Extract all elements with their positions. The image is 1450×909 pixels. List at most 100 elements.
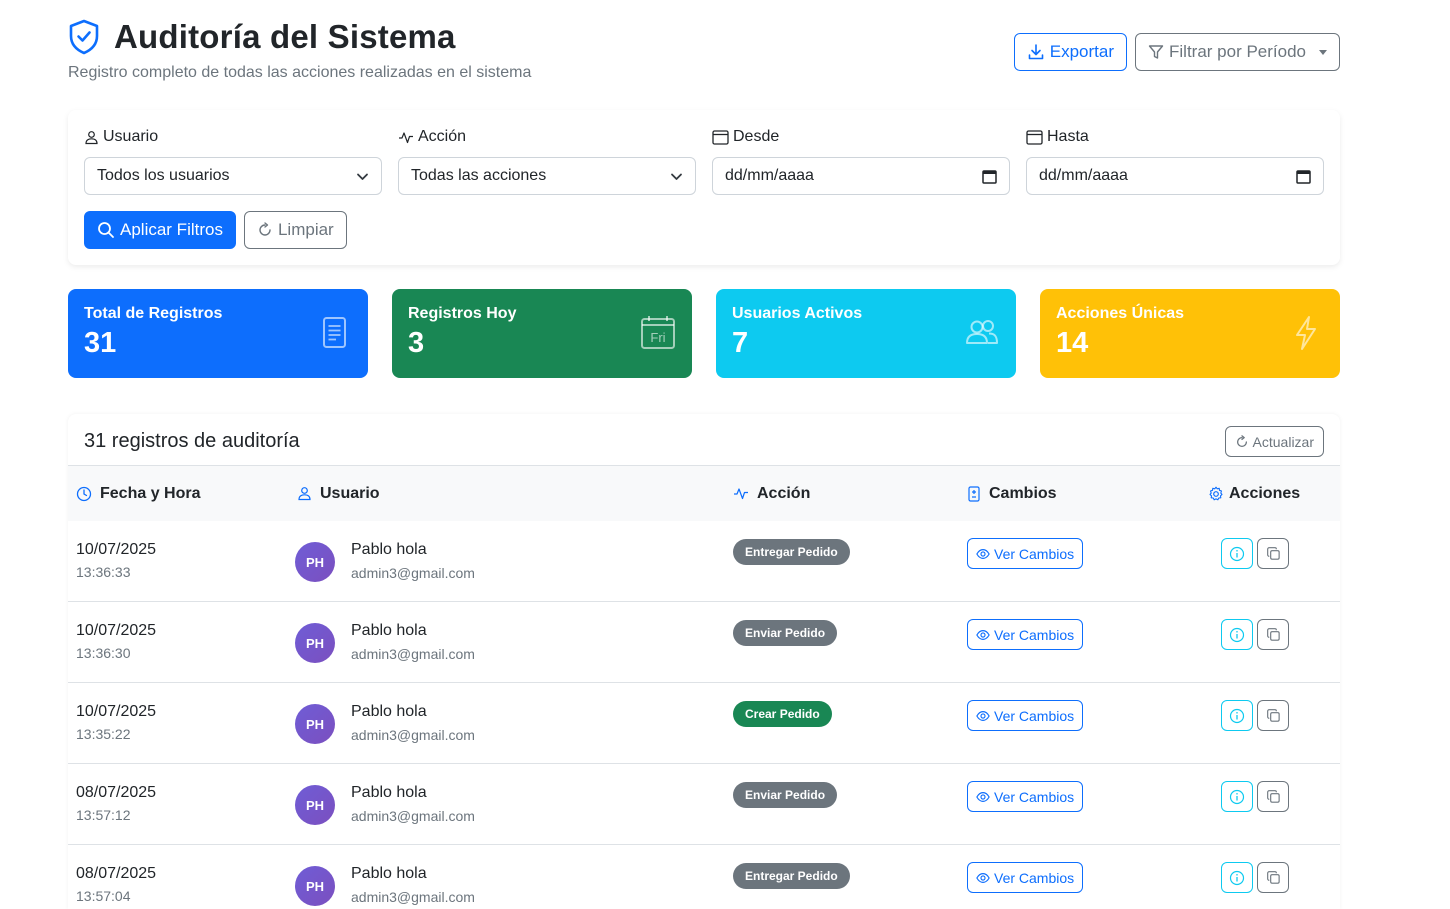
gear-icon <box>1209 486 1223 500</box>
activity-icon <box>734 488 748 500</box>
eye-icon <box>976 548 990 559</box>
copy-button[interactable] <box>1257 538 1289 569</box>
period-filter-dropdown[interactable]: Filtrar por Período <box>1135 33 1340 71</box>
user-filter: Usuario Todos los usuarios <box>84 126 382 195</box>
column-header-user[interactable]: Usuario <box>297 485 380 503</box>
row-time: 13:57:04 <box>76 888 131 904</box>
copy-button[interactable] <box>1257 700 1289 731</box>
details-button[interactable] <box>1221 619 1253 650</box>
filter-buttons: Aplicar Filtros Limpiar <box>84 211 347 249</box>
users-icon <box>966 320 998 344</box>
copy-button[interactable] <box>1257 862 1289 893</box>
date-cell: 08/07/2025 13:57:04 <box>76 865 156 904</box>
calendar-icon <box>1026 130 1043 145</box>
row-date: 10/07/2025 <box>76 703 157 720</box>
calendar-icon <box>712 130 729 145</box>
user-name: Pablo hola <box>351 703 427 720</box>
stat-value: 3 <box>408 327 425 359</box>
header-actions: Exportar Filtrar por Período <box>1013 33 1340 71</box>
export-label: Exportar <box>1049 42 1114 61</box>
stats-row: Total de Registros 31 Registros Hoy 3 Fr… <box>68 289 1340 378</box>
clear-filters-button[interactable]: Limpiar <box>243 211 347 249</box>
row-time: 13:36:33 <box>76 564 131 580</box>
refresh-icon <box>1236 434 1247 447</box>
row-date: 10/07/2025 <box>76 622 157 639</box>
info-icon <box>1229 870 1245 885</box>
document-icon <box>323 317 346 348</box>
action-badge: Enviar Pedido <box>733 620 838 646</box>
user-cell: Pablo hola admin3@gmail.com <box>351 541 475 581</box>
details-button[interactable] <box>1221 538 1253 569</box>
stat-card-total: Total de Registros 31 <box>68 289 368 378</box>
column-header-date[interactable]: Fecha y Hora <box>76 485 200 503</box>
stat-label: Total de Registros <box>84 305 223 322</box>
chevron-down-icon <box>357 173 368 180</box>
view-changes-button[interactable]: Ver Cambios <box>967 781 1084 812</box>
date-cell: 10/07/2025 13:36:30 <box>76 622 156 661</box>
user-email: admin3@gmail.com <box>351 565 475 581</box>
copy-icon <box>1266 709 1280 722</box>
user-cell: Pablo hola admin3@gmail.com <box>351 784 475 824</box>
search-icon <box>98 222 114 238</box>
column-header-actions[interactable]: Acciones <box>1208 485 1300 503</box>
refresh-icon <box>259 222 271 236</box>
info-icon <box>1229 546 1245 561</box>
from-date-input[interactable]: dd/mm/aaaa <box>712 157 1010 195</box>
view-changes-label: Ver Cambios <box>994 707 1075 724</box>
date-cell: 10/07/2025 13:36:33 <box>76 541 156 580</box>
view-changes-button[interactable]: Ver Cambios <box>967 862 1084 893</box>
calendar-picker-icon[interactable] <box>1296 169 1311 184</box>
document-diff-icon <box>968 485 980 502</box>
table-body: 10/07/2025 13:36:33 PH Pablo hola admin3… <box>68 521 1340 909</box>
action-badge: Enviar Pedido <box>733 782 838 808</box>
column-header-changes[interactable]: Cambios <box>967 485 1057 503</box>
copy-icon <box>1266 547 1280 560</box>
refresh-button[interactable]: Actualizar <box>1224 426 1324 457</box>
clear-filters-label: Limpiar <box>277 220 334 239</box>
user-email: admin3@gmail.com <box>351 646 475 662</box>
view-changes-button[interactable]: Ver Cambios <box>967 700 1084 731</box>
calendar-picker-icon[interactable] <box>982 169 997 184</box>
date-cell: 10/07/2025 13:35:22 <box>76 703 156 742</box>
row-date: 08/07/2025 <box>76 784 157 801</box>
page-title: Auditoría del Sistema <box>114 18 456 55</box>
column-header-action[interactable]: Acción <box>733 485 810 503</box>
details-button[interactable] <box>1221 700 1253 731</box>
audit-table-card: 31 registros de auditoría Actualizar Fec… <box>68 414 1340 909</box>
view-changes-button[interactable]: Ver Cambios <box>967 538 1084 569</box>
column-header-date-label: Fecha y Hora <box>100 484 201 502</box>
details-button[interactable] <box>1221 781 1253 812</box>
user-cell: Pablo hola admin3@gmail.com <box>351 622 475 662</box>
action-badge: Entregar Pedido <box>733 539 850 565</box>
avatar: PH <box>295 704 335 744</box>
view-changes-button[interactable]: Ver Cambios <box>967 619 1084 650</box>
view-changes-label: Ver Cambios <box>994 788 1075 805</box>
user-email: admin3@gmail.com <box>351 727 475 743</box>
user-name: Pablo hola <box>351 784 427 801</box>
column-header-actions-label: Acciones <box>1229 484 1301 502</box>
stat-card-today: Registros Hoy 3 Fri <box>392 289 692 378</box>
copy-button[interactable] <box>1257 619 1289 650</box>
page-header: Auditoría del Sistema Registro completo … <box>68 18 1340 88</box>
details-button[interactable] <box>1221 862 1253 893</box>
copy-button[interactable] <box>1257 781 1289 812</box>
user-name: Pablo hola <box>351 865 427 882</box>
to-date-input[interactable]: dd/mm/aaaa <box>1026 157 1324 195</box>
row-time: 13:36:30 <box>76 645 131 661</box>
info-icon <box>1229 627 1245 642</box>
user-name: Pablo hola <box>351 622 427 639</box>
copy-icon <box>1266 790 1280 803</box>
period-filter-label: Filtrar por Período <box>1169 42 1306 61</box>
user-name: Pablo hola <box>351 541 427 558</box>
action-filter-text: Acción <box>418 128 467 145</box>
from-date-label: Desde <box>712 126 1010 148</box>
user-select[interactable]: Todos los usuarios <box>84 157 382 195</box>
action-badge: Entregar Pedido <box>733 863 850 889</box>
apply-filters-button[interactable]: Aplicar Filtros <box>84 211 236 249</box>
action-select[interactable]: Todas las acciones <box>398 157 696 195</box>
user-filter-text: Usuario <box>103 128 159 145</box>
export-button[interactable]: Exportar <box>1013 33 1127 71</box>
user-email: admin3@gmail.com <box>351 889 475 905</box>
apply-filters-label: Aplicar Filtros <box>120 220 223 239</box>
view-changes-label: Ver Cambios <box>994 626 1075 643</box>
